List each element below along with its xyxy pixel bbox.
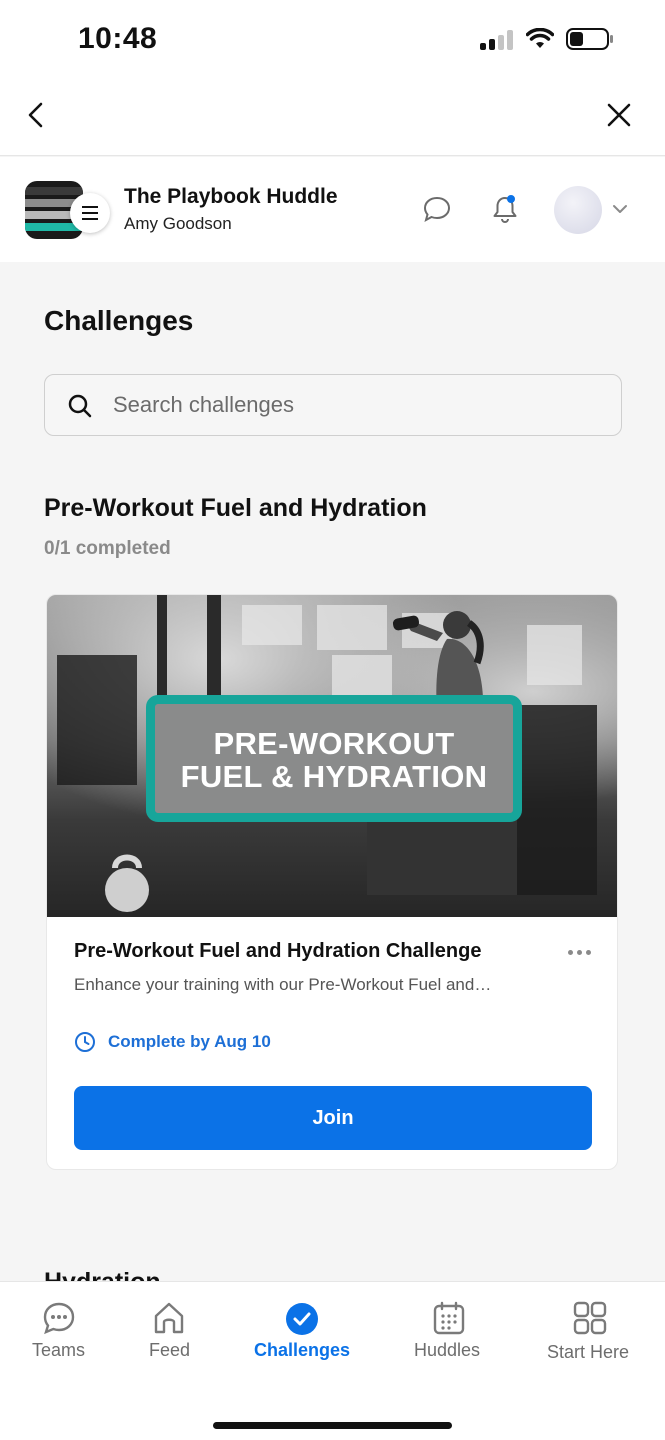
home-icon bbox=[154, 1302, 184, 1334]
search-icon bbox=[68, 394, 92, 418]
page-title: Challenges bbox=[44, 305, 194, 336]
tab-feed[interactable]: Feed bbox=[135, 1282, 205, 1382]
section-progress: 0/1 completed bbox=[44, 538, 171, 559]
chevron-down-icon[interactable] bbox=[612, 203, 628, 215]
search-field[interactable] bbox=[44, 374, 622, 436]
challenge-card[interactable]: PRE-WORKOUT FUEL & HYDRATION Pre-Workout… bbox=[46, 594, 618, 1170]
navigation-bar bbox=[0, 78, 665, 156]
back-arrow-icon[interactable] bbox=[22, 100, 52, 130]
status-time: 10:48 bbox=[78, 22, 158, 55]
app-header: The Playbook Huddle Amy Goodson bbox=[0, 157, 665, 262]
challenge-title[interactable]: Pre-Workout Fuel and Hydration Challenge bbox=[74, 940, 481, 963]
challenge-cover-image: PRE-WORKOUT FUEL & HYDRATION bbox=[47, 595, 617, 917]
user-name: Amy Goodson bbox=[124, 214, 232, 233]
battery-icon bbox=[566, 28, 613, 50]
tab-label: Huddles bbox=[414, 1340, 481, 1360]
tab-huddles[interactable]: Huddles bbox=[405, 1282, 495, 1382]
tab-teams[interactable]: Teams bbox=[20, 1282, 100, 1382]
home-indicator bbox=[213, 1422, 452, 1429]
calendar-icon bbox=[433, 1301, 465, 1335]
tab-challenges[interactable]: Challenges bbox=[250, 1282, 360, 1382]
challenge-description: Enhance your training with our Pre-Worko… bbox=[74, 975, 492, 994]
more-options-icon[interactable] bbox=[565, 942, 595, 962]
community-title: The Playbook Huddle bbox=[124, 185, 338, 208]
wifi-icon bbox=[526, 28, 554, 48]
challenge-banner: PRE-WORKOUT FUEL & HYDRATION bbox=[146, 695, 522, 822]
banner-line-1: PRE-WORKOUT bbox=[213, 726, 455, 761]
join-button[interactable]: Join bbox=[74, 1086, 592, 1150]
tab-label: Feed bbox=[149, 1340, 191, 1360]
notification-bell-icon[interactable] bbox=[490, 193, 520, 225]
search-input[interactable] bbox=[113, 381, 603, 429]
chat-bubble-icon bbox=[43, 1302, 75, 1335]
clock-icon bbox=[75, 1032, 95, 1052]
close-icon[interactable] bbox=[604, 100, 634, 130]
cellular-signal-icon bbox=[480, 30, 514, 50]
check-circle-icon bbox=[286, 1303, 318, 1335]
tab-label: Challenges bbox=[254, 1340, 351, 1360]
section-title: Pre-Workout Fuel and Hydration bbox=[44, 494, 427, 522]
status-bar: 10:48 bbox=[0, 0, 665, 78]
next-section-title: Hydration bbox=[44, 1268, 161, 1282]
menu-icon[interactable] bbox=[70, 193, 110, 233]
user-avatar[interactable] bbox=[554, 186, 602, 234]
grid-icon bbox=[573, 1301, 607, 1335]
due-date: Complete by Aug 10 bbox=[108, 1032, 271, 1051]
tab-label: Teams bbox=[32, 1340, 86, 1360]
tab-start-here[interactable]: Start Here bbox=[540, 1282, 640, 1382]
kettlebell-image bbox=[105, 854, 149, 912]
banner-line-2: FUEL & HYDRATION bbox=[180, 759, 488, 794]
chat-bubble-icon[interactable] bbox=[422, 195, 452, 223]
tab-label: Start Here bbox=[547, 1342, 630, 1362]
bottom-tab-bar: Teams Feed Challenges Huddles Start Here bbox=[0, 1281, 665, 1440]
